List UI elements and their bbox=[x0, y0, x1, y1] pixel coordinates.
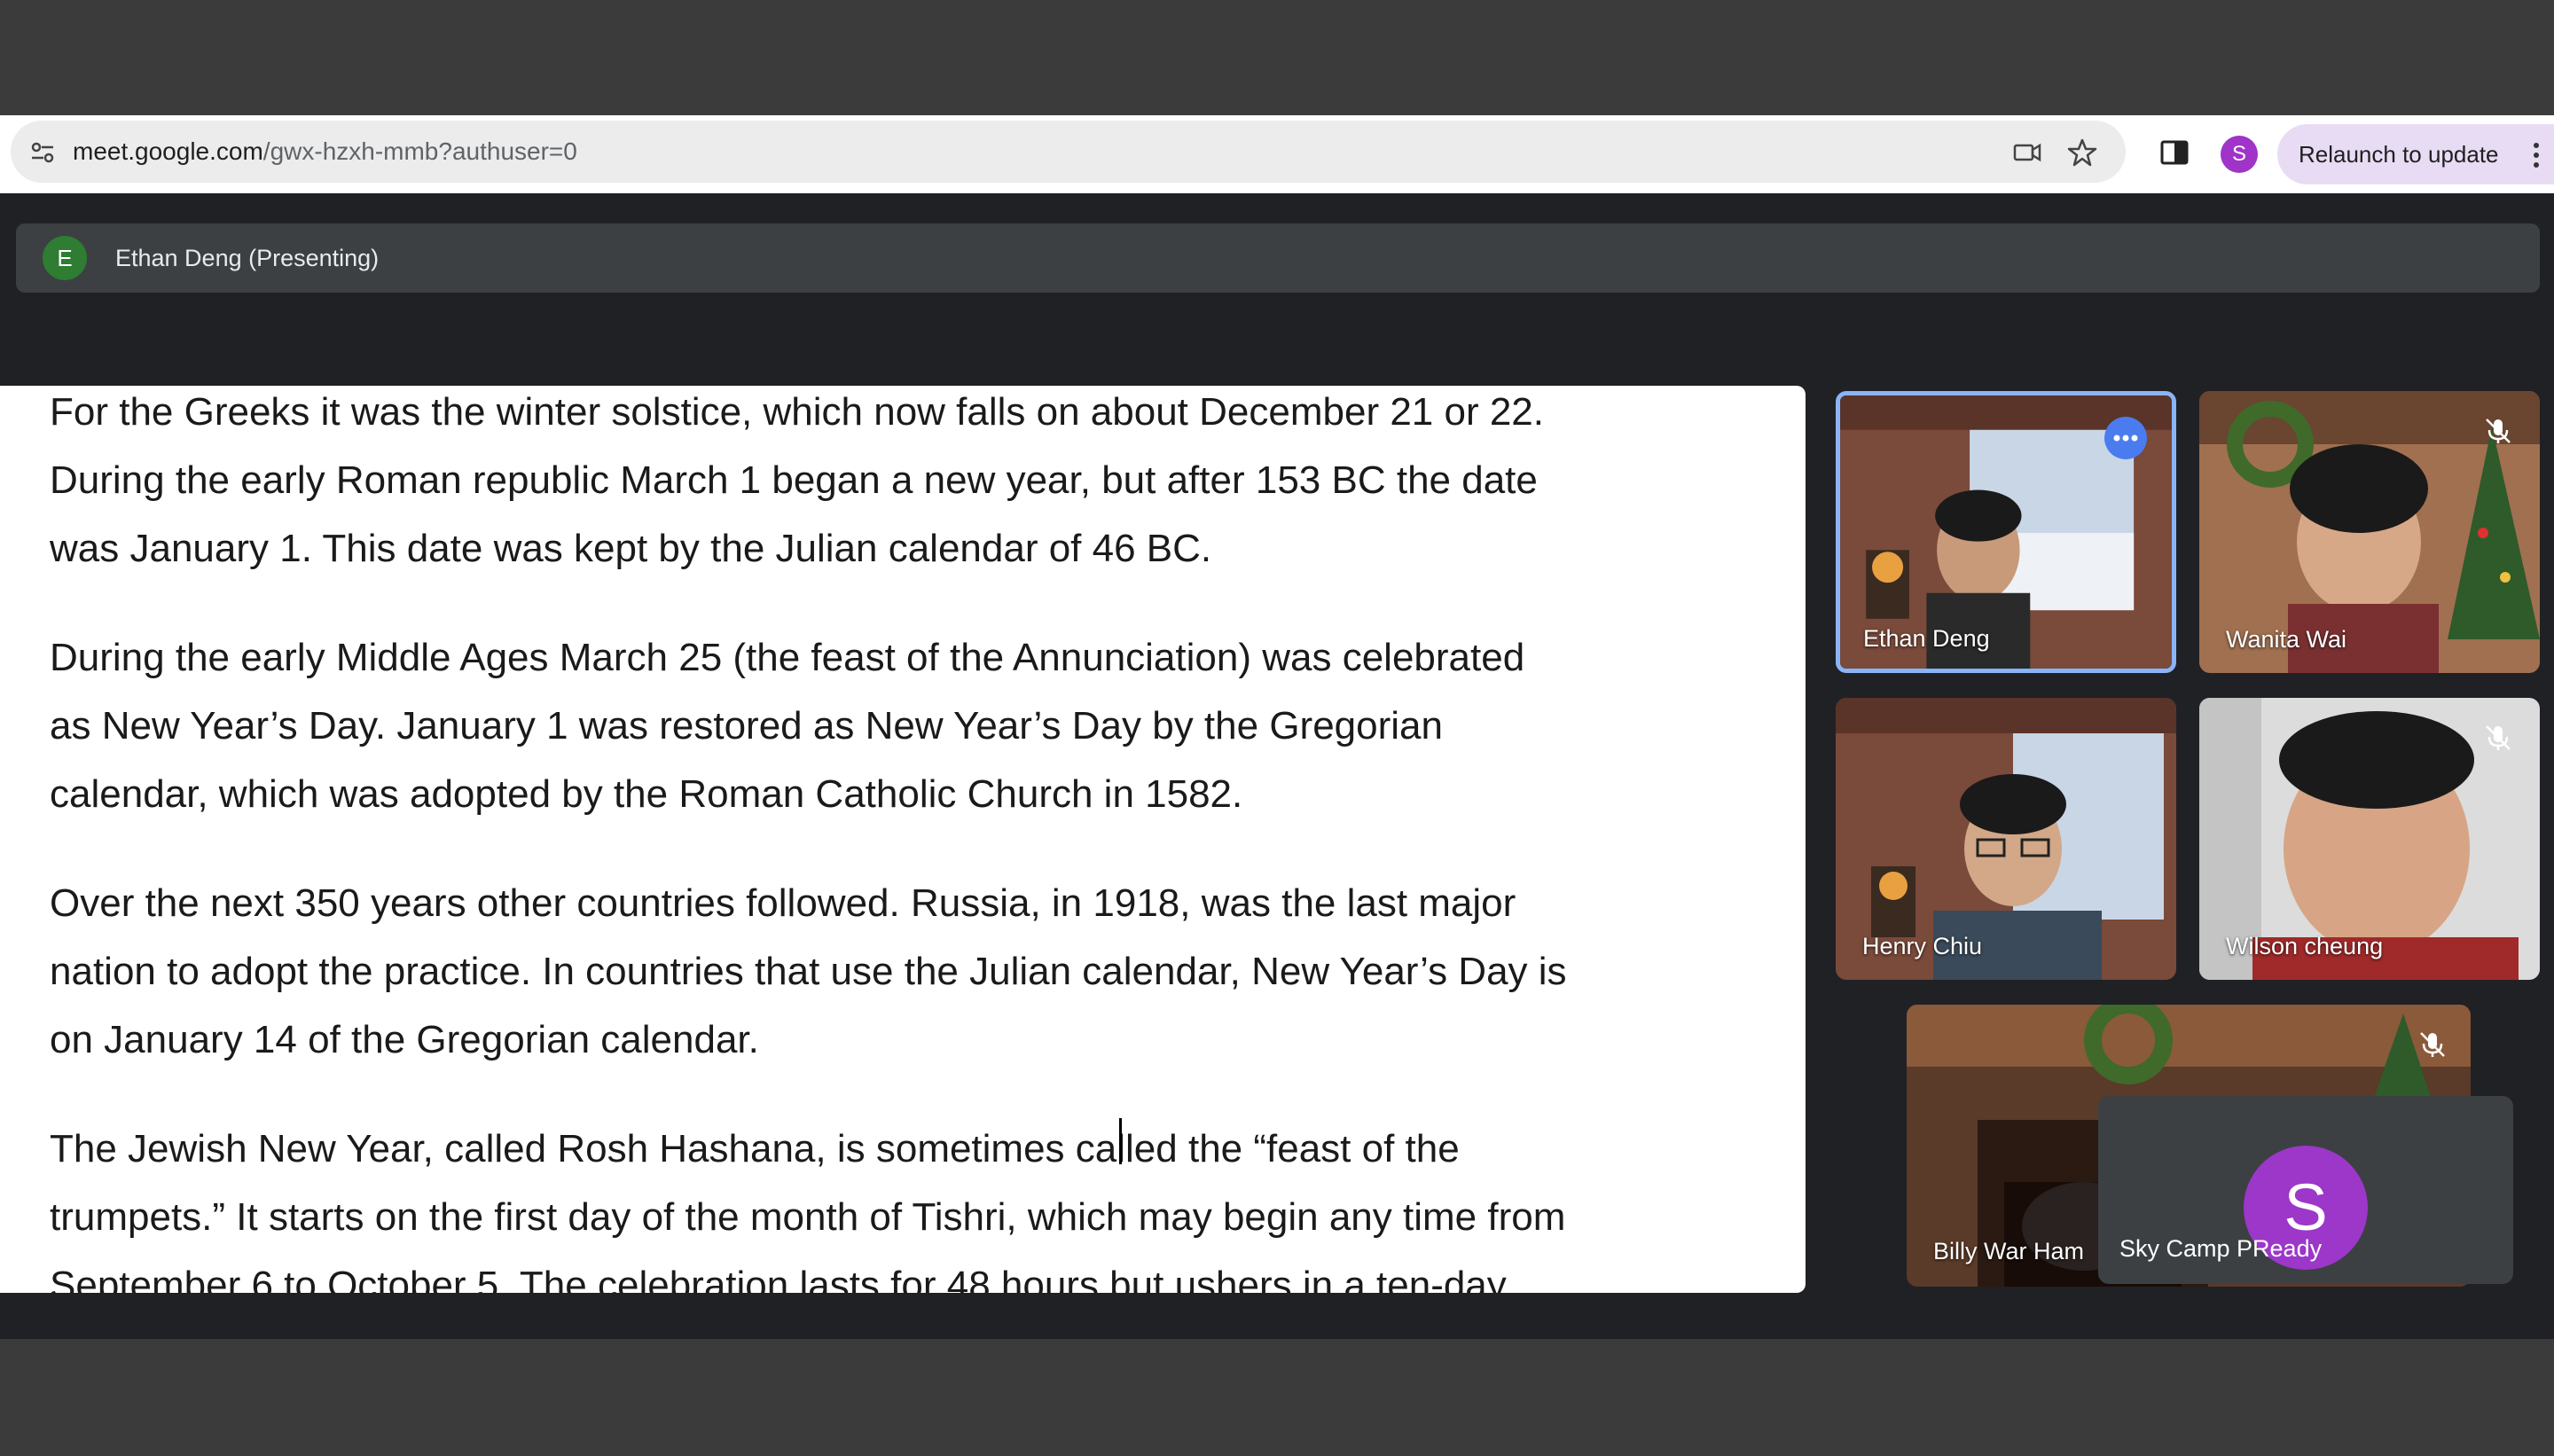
url-path: /gwx-hzxh-mmb?authuser=0 bbox=[262, 137, 577, 165]
relaunch-label: Relaunch to update bbox=[2299, 141, 2499, 168]
site-settings-icon[interactable] bbox=[28, 138, 57, 167]
participant-tile-sky-camp-pready[interactable]: S Sky Camp PReady bbox=[2098, 1096, 2513, 1284]
address-bar[interactable]: meet.google.com/gwx-hzxh-mmb?authuser=0 bbox=[11, 121, 2126, 183]
participant-name: Henry Chiu bbox=[1862, 933, 1983, 959]
shared-screen-document: For the Greeks it was the winter solstic… bbox=[0, 386, 1806, 1293]
participant-name: Wilson cheung bbox=[2226, 933, 2384, 959]
camera-in-use-icon[interactable] bbox=[2011, 137, 2043, 168]
participant-tile-ethan-deng[interactable]: Ethan Deng bbox=[1836, 391, 2176, 673]
bottom-dark-band bbox=[0, 1339, 2554, 1456]
bookmark-star-icon[interactable] bbox=[2066, 137, 2098, 168]
participant-name: Wanita Wai bbox=[2226, 626, 2347, 653]
profile-avatar[interactable]: S bbox=[2221, 136, 2258, 173]
mic-off-icon bbox=[2486, 419, 2511, 443]
participant-tile-wilson-cheung[interactable]: Wilson cheung bbox=[2199, 698, 2540, 980]
text-cursor bbox=[1119, 1118, 1122, 1164]
mic-off-icon bbox=[2420, 1032, 2445, 1057]
doc-paragraph: During the early Middle Ages March 25 (t… bbox=[50, 636, 1525, 816]
more-dots-icon bbox=[2113, 434, 2138, 442]
participant-name: Sky Camp PReady bbox=[2119, 1235, 2323, 1262]
participant-tile-wanita-wai[interactable]: Wanita Wai bbox=[2199, 391, 2540, 673]
url-host: meet.google.com bbox=[73, 137, 263, 165]
url-text[interactable]: meet.google.com/gwx-hzxh-mmb?authuser=0 bbox=[73, 121, 577, 183]
presenter-banner: E Ethan Deng (Presenting) bbox=[16, 223, 2540, 293]
participant-name: Billy War Ham bbox=[1933, 1238, 2085, 1264]
doc-paragraph: For the Greeks it was the winter solstic… bbox=[50, 390, 1544, 570]
meet-stage: E Ethan Deng (Presenting) For the Greeks… bbox=[0, 193, 2554, 1339]
participant-name: Ethan Deng bbox=[1863, 625, 1990, 652]
side-panel-icon[interactable] bbox=[2157, 135, 2192, 170]
browser-toolbar: meet.google.com/gwx-hzxh-mmb?authuser=0 … bbox=[0, 115, 2554, 194]
mic-off-icon bbox=[2486, 725, 2511, 750]
more-options-button[interactable] bbox=[2104, 417, 2147, 459]
presenter-name: Ethan Deng (Presenting) bbox=[115, 245, 380, 271]
doc-paragraph: Over the next 350 years other countries … bbox=[50, 881, 1567, 1061]
participant-tile-henry-chiu[interactable]: Henry Chiu bbox=[1836, 698, 2176, 980]
relaunch-to-update-button[interactable]: Relaunch to update bbox=[2277, 124, 2554, 184]
presenter-avatar: E bbox=[43, 236, 87, 280]
kebab-menu-icon[interactable] bbox=[2527, 140, 2545, 170]
top-dark-band bbox=[0, 0, 2554, 115]
doc-paragraph: The Jewish New Year, called Rosh Hashana… bbox=[50, 1127, 1566, 1293]
